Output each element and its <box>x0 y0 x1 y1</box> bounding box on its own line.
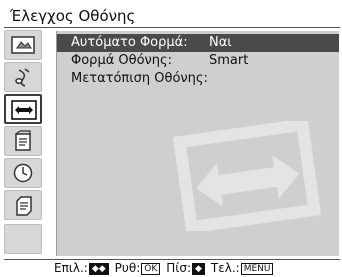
hint-select: Επιλ.: ◆◆ <box>54 260 109 277</box>
picture-icon <box>11 36 35 54</box>
footer-hints: Επιλ.: ◆◆ Ρυθ: OK Πίσ: ◆ Τελ.: MENU <box>54 260 274 277</box>
page-title: Έλεγχος Οθόνης <box>10 7 136 25</box>
sidebar-item-setup[interactable] <box>4 126 42 156</box>
sidebar-item-timer[interactable] <box>4 158 42 188</box>
hint-confirm-label: Ρυθ: <box>114 261 141 275</box>
menu-item-value: Ναι <box>209 35 232 50</box>
sidebar-item-sound[interactable] <box>4 62 42 92</box>
title-divider <box>4 27 340 28</box>
menu-key-icon: MENU <box>240 263 274 275</box>
sidebar-item-empty <box>4 224 42 254</box>
menu-item-label: Φορμά Οθόνης: <box>71 53 173 68</box>
menu-item-label: Αυτόματο Φορμά: <box>71 35 188 50</box>
screen-control-icon <box>11 100 37 120</box>
settings-panel: Αυτόματο Φορμά: Ναι Φορμά Οθόνης: Smart … <box>56 31 339 256</box>
sidebar-item-picture[interactable] <box>4 30 42 60</box>
pc-settings-icon <box>16 196 32 216</box>
hint-back-label: Πίσ: <box>166 261 191 275</box>
screen-control-watermark-icon <box>172 121 322 231</box>
hint-select-label: Επιλ.: <box>54 261 88 275</box>
sidebar-item-screen-control[interactable] <box>4 94 42 124</box>
menu-item-screen-shift[interactable]: Μετατόπιση Οθόνης: <box>57 70 339 88</box>
timer-icon <box>13 163 33 183</box>
sound-icon <box>15 68 30 87</box>
left-arrow-icon: ◆ <box>191 263 205 275</box>
menu-item-label: Μετατόπιση Οθόνης: <box>71 71 208 86</box>
osd-window: Έλεγχος Οθόνης Αυτόματο Φορμά: Ναι Φορμά… <box>0 0 342 277</box>
menu-item-value: Smart <box>209 53 249 68</box>
sidebar-item-pc-settings[interactable] <box>4 190 42 220</box>
hint-exit-label: Τελ.: <box>210 261 240 275</box>
updown-arrows-icon: ◆◆ <box>88 263 109 275</box>
menu-item-auto-format[interactable]: Αυτόματο Φορμά: Ναι <box>57 34 339 52</box>
hint-exit: Τελ.: MENU <box>211 260 274 277</box>
setup-icon <box>15 130 31 151</box>
hint-confirm: Ρυθ: OK <box>115 260 161 277</box>
menu-item-screen-format[interactable]: Φορμά Οθόνης: Smart <box>57 52 339 70</box>
ok-key-icon: OK <box>141 263 161 275</box>
sidebar <box>4 28 42 259</box>
hint-back: Πίσ: ◆ <box>166 260 205 277</box>
